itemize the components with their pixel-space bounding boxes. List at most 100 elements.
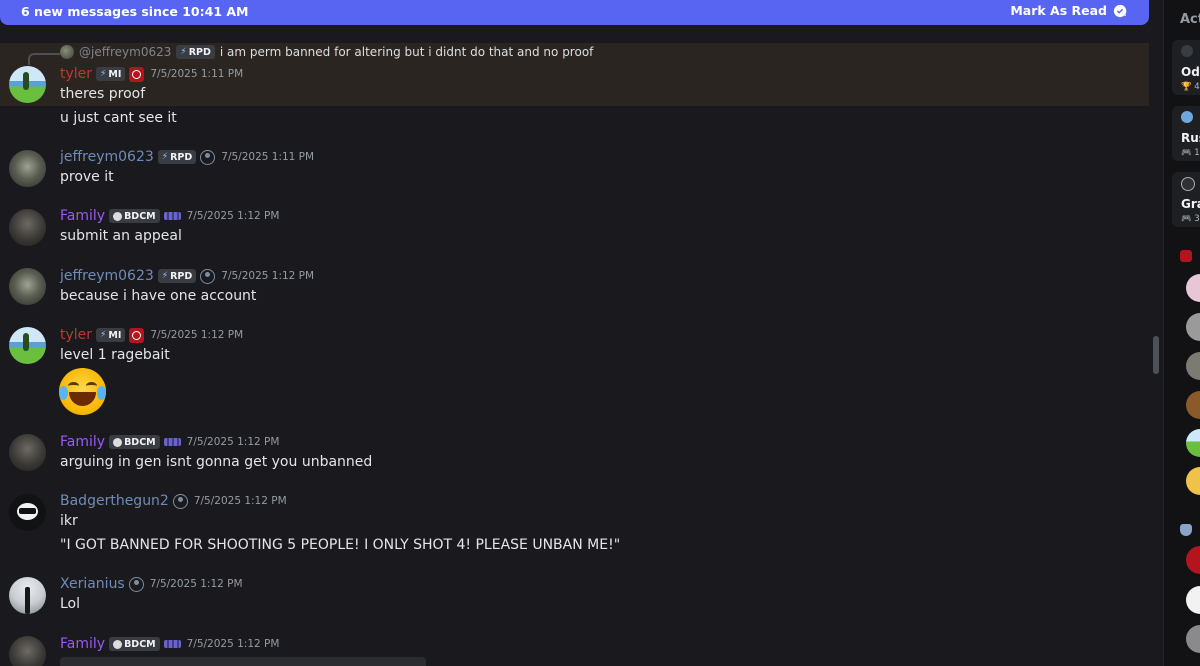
skull-icon: [113, 211, 123, 221]
member-avatar[interactable]: [1186, 352, 1200, 380]
bolt-icon: ⚡: [100, 330, 107, 340]
activity-title: Rus: [1181, 131, 1200, 145]
server-tag[interactable]: BDCM: [109, 637, 160, 651]
member-avatar[interactable]: [1186, 546, 1200, 574]
avatar[interactable]: [9, 268, 46, 305]
message-text: "I GOT BANNED FOR SHOOTING 5 PEOPLE! I O…: [60, 537, 621, 553]
role-icon[interactable]: [163, 438, 181, 446]
activity-sidebar: Acti Ode 🏆 4 Rus 🎮 1 Gra 🎮 3: [1163, 0, 1200, 666]
role-group-icon: [1180, 250, 1192, 262]
server-tag[interactable]: ⚡ MI: [96, 328, 126, 342]
avatar[interactable]: [9, 434, 46, 471]
scrollbar-thumb[interactable]: [1153, 336, 1159, 374]
timestamp[interactable]: 7/5/2025 1:12 PM: [150, 329, 243, 341]
member-avatar[interactable]: [1186, 586, 1200, 614]
role-icon[interactable]: [200, 149, 216, 165]
role-icon[interactable]: [129, 66, 145, 82]
username[interactable]: Family: [60, 208, 105, 224]
message-text: arguing in gen isnt gonna get you unbann…: [60, 454, 373, 470]
message-text: u just cant see it: [60, 110, 177, 126]
skull-icon: [113, 639, 123, 649]
message-text: prove it: [60, 169, 114, 185]
timestamp[interactable]: 7/5/2025 1:12 PM: [187, 210, 280, 222]
message-text: because i have one account: [60, 288, 257, 304]
username[interactable]: jeffreym0623: [60, 268, 154, 284]
username[interactable]: jeffreym0623: [60, 149, 154, 165]
role-icon[interactable]: [200, 268, 216, 284]
member-avatar[interactable]: [1186, 625, 1200, 653]
username[interactable]: tyler: [60, 66, 92, 82]
timestamp[interactable]: 7/5/2025 1:12 PM: [187, 436, 280, 448]
new-messages-banner[interactable]: 6 new messages since 10:41 AM Mark As Re…: [0, 0, 1149, 25]
avatar[interactable]: [9, 209, 46, 246]
bolt-icon: ⚡: [180, 47, 187, 57]
username[interactable]: Family: [60, 434, 105, 450]
mark-as-read-label: Mark As Read: [1010, 3, 1107, 18]
message-header: jeffreym0623 ⚡ RPD 7/5/2025 1:12 PM: [60, 268, 314, 284]
username[interactable]: Badgerthegun2: [60, 493, 169, 509]
member-avatar[interactable]: [1186, 467, 1200, 495]
server-tag[interactable]: ⚡ MI: [96, 67, 126, 81]
timestamp[interactable]: 7/5/2025 1:12 PM: [150, 578, 243, 590]
activity-card[interactable]: Gra 🎮 3: [1172, 172, 1200, 227]
activity-sub: 🎮 3: [1181, 214, 1200, 224]
emoji-eye: [86, 382, 97, 390]
member-avatar[interactable]: [1186, 313, 1200, 341]
laughing-crying-emoji-icon[interactable]: [59, 368, 106, 415]
role-icon[interactable]: [128, 576, 144, 592]
role-icon[interactable]: [172, 493, 188, 509]
timestamp[interactable]: 7/5/2025 1:11 PM: [150, 68, 243, 80]
message-header: jeffreym0623 ⚡ RPD 7/5/2025 1:11 PM: [60, 149, 314, 165]
member-avatar[interactable]: [1186, 274, 1200, 302]
bolt-icon: ⚡: [100, 69, 107, 79]
message-text: submit an appeal: [60, 228, 182, 244]
username[interactable]: Xerianius: [60, 576, 125, 592]
bolt-icon: ⚡: [161, 152, 169, 162]
emoji-eye: [68, 382, 79, 390]
avatar[interactable]: [9, 577, 46, 614]
avatar[interactable]: [9, 327, 46, 364]
server-tag[interactable]: ⚡ RPD: [157, 269, 197, 283]
role-icon[interactable]: [163, 640, 181, 648]
skull-icon: [113, 437, 123, 447]
reply-author[interactable]: @jeffreym0623: [79, 45, 171, 59]
activity-card[interactable]: Rus 🎮 1: [1172, 106, 1200, 161]
reply-connector: [28, 53, 60, 65]
timestamp[interactable]: 7/5/2025 1:12 PM: [221, 270, 314, 282]
reply-preview[interactable]: @jeffreym0623 ⚡ RPD i am perm banned for …: [60, 45, 593, 59]
activity-title: Gra: [1181, 197, 1200, 211]
message-text: level 1 ragebait: [60, 347, 170, 363]
username[interactable]: Family: [60, 636, 105, 652]
activity-sub: 🎮 1: [1181, 148, 1200, 158]
emoji-tear: [59, 386, 68, 400]
activity-card[interactable]: Ode 🏆 4: [1172, 40, 1200, 95]
message-text: theres proof: [60, 86, 146, 102]
timestamp[interactable]: 7/5/2025 1:11 PM: [221, 151, 314, 163]
message-header: Family BDCM 7/5/2025 1:12 PM: [60, 636, 279, 652]
server-tag[interactable]: BDCM: [109, 435, 160, 449]
mark-as-read-button[interactable]: Mark As Read: [1010, 3, 1127, 18]
timestamp[interactable]: 7/5/2025 1:12 PM: [194, 495, 287, 507]
server-tag[interactable]: BDCM: [109, 209, 160, 223]
chat-panel: 6 new messages since 10:41 AM Mark As Re…: [0, 0, 1163, 666]
message-header: tyler ⚡ MI 7/5/2025 1:12 PM: [60, 327, 243, 343]
message-header: Family BDCM 7/5/2025 1:12 PM: [60, 208, 279, 224]
avatar[interactable]: [9, 66, 46, 103]
embed-preview[interactable]: [60, 657, 426, 666]
member-avatar[interactable]: [1186, 391, 1200, 419]
avatar[interactable]: [9, 636, 46, 666]
avatar[interactable]: [9, 150, 46, 187]
role-icon[interactable]: [163, 212, 181, 220]
emoji-mouth: [69, 392, 96, 406]
username[interactable]: tyler: [60, 327, 92, 343]
activity-sub: 🏆 4: [1181, 82, 1200, 92]
emoji-tear: [97, 386, 106, 400]
message-header: Family BDCM 7/5/2025 1:12 PM: [60, 434, 279, 450]
timestamp[interactable]: 7/5/2025 1:12 PM: [187, 638, 280, 650]
avatar[interactable]: [9, 494, 46, 531]
message-text: Lol: [60, 596, 81, 612]
message-text: ikr: [60, 513, 78, 529]
server-tag[interactable]: ⚡ RPD: [157, 150, 197, 164]
role-icon[interactable]: [129, 327, 145, 343]
member-avatar[interactable]: [1186, 429, 1200, 457]
